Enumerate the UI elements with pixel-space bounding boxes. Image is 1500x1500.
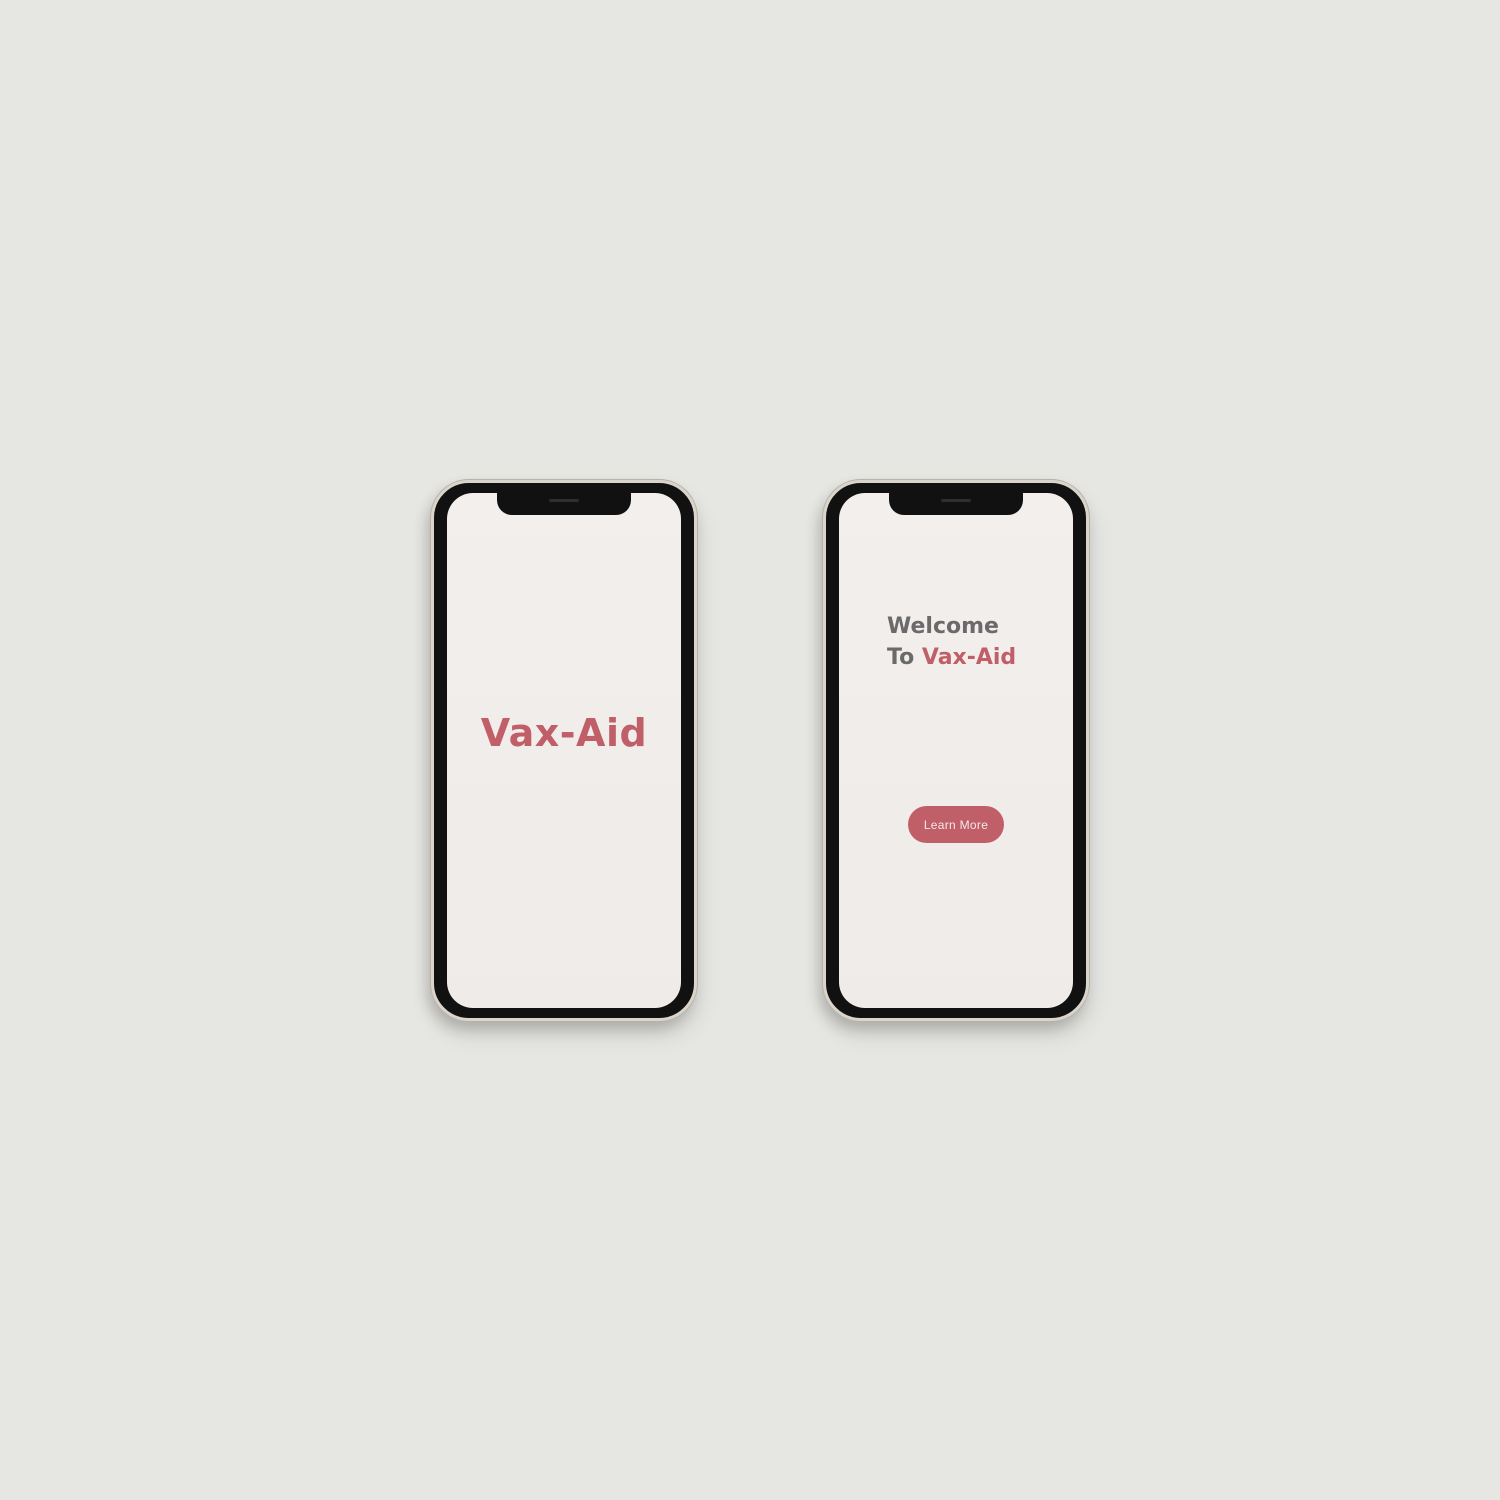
speaker-icon [941, 499, 971, 502]
app-title: Vax-Aid [480, 711, 648, 755]
splash-screen: Vax-Aid [447, 493, 681, 1008]
learn-more-button[interactable]: Learn More [908, 806, 1004, 843]
phone-mockup-welcome: Welcome To Vax-Aid Learn More [823, 480, 1089, 1021]
welcome-brand-text: Vax-Aid [921, 645, 1017, 670]
welcome-heading: Welcome To Vax-Aid [887, 611, 1016, 673]
phone-mockup-splash: Vax-Aid [431, 480, 697, 1021]
phone-notch [497, 493, 631, 515]
welcome-to-text: To [887, 645, 915, 670]
speaker-icon [549, 499, 579, 502]
welcome-line-2: To Vax-Aid [887, 642, 1016, 673]
phone-notch [889, 493, 1023, 515]
welcome-screen: Welcome To Vax-Aid Learn More [839, 493, 1073, 1008]
welcome-line-1: Welcome [887, 614, 999, 639]
